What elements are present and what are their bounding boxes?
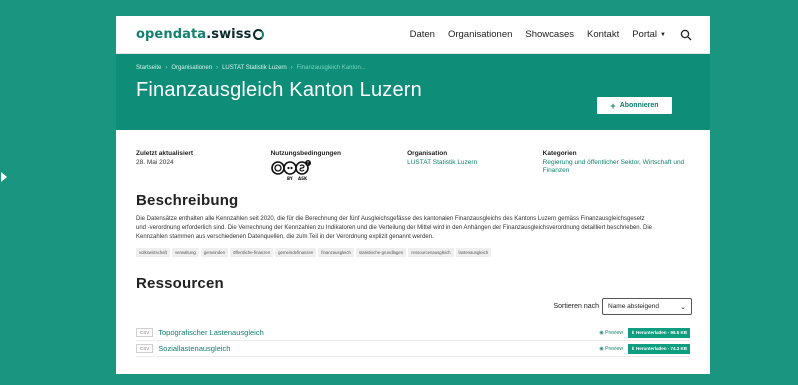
preview-label: Preview [605, 345, 623, 352]
list-item: CSV Topografischer Lastenausgleich ◉ Pre… [136, 325, 690, 341]
description-heading: Beschreibung [136, 192, 239, 209]
list-item: CSV Soziallastenausgleich ◉ Preview ⬇ He… [136, 341, 690, 357]
arrow-right-icon [1, 172, 7, 182]
meta-categories: Kategorien Regierung und öffentlicher Se… [543, 150, 690, 192]
updated-value: 28. Mai 2024 [136, 158, 174, 166]
format-badge: CSV [136, 344, 154, 353]
sort-label: Sortieren nach [553, 303, 599, 310]
resource-link[interactable]: Soziallastenausgleich [158, 344, 599, 353]
updated-label: Zuletzt aktualisiert [136, 150, 194, 157]
preview-label: Preview [605, 329, 623, 336]
nav-portal-label: Portal [632, 29, 658, 40]
download-label: Herunterladen - 96.5 KB [635, 329, 687, 335]
sort-selected-value: Name absteigend [608, 303, 659, 310]
meta-updated: Zuletzt aktualisiert 28. Mai 2024 [136, 150, 271, 192]
breadcrumb-organisationen[interactable]: Organisationen [171, 65, 212, 71]
resource-link[interactable]: Topografischer Lastenausgleich [158, 328, 599, 337]
chevron-down-icon: ⌄ [680, 303, 686, 311]
resource-list: CSV Topografischer Lastenausgleich ◉ Pre… [116, 315, 710, 357]
sort-control: Sortieren nach Name absteigend ⌄ [116, 292, 710, 315]
tag[interactable]: gemeinden [200, 248, 228, 257]
categories-label: Kategorien [542, 150, 577, 157]
nav-organisationen[interactable]: Organisationen [448, 29, 512, 40]
breadcrumb-separator: › [290, 65, 293, 71]
preview-link[interactable]: ◉ Preview [599, 346, 623, 352]
resources-heading: Ressourcen [136, 275, 224, 292]
download-label: Herunterladen - 74.3 KB [635, 345, 687, 351]
format-badge: CSV [136, 328, 154, 337]
ring-icon [253, 29, 265, 40]
description-text: Die Datensätze enthalten alle Kennzahlen… [136, 216, 652, 240]
keyword-tags: volkswirtschaft verwaltung gemeinden öff… [116, 242, 710, 257]
subscribe-button[interactable]: + Abonnieren [597, 97, 672, 114]
dataset-hero: Startseite › Organisationen › LUSTAT Sta… [116, 54, 710, 130]
breadcrumb-current: Finanzausgleich Kanton... [296, 65, 366, 71]
tag[interactable]: volkswirtschaft [136, 248, 170, 257]
tag[interactable]: statistische-grundlagen [355, 248, 407, 257]
nav-showcases[interactable]: Showcases [525, 29, 574, 40]
breadcrumb-organization[interactable]: LUSTAT Statistik Luzern [222, 65, 287, 71]
categories-links[interactable]: Regierung und öffentlicher Sektor, Wirts… [543, 159, 690, 176]
tag[interactable]: öffentliche-finanzen [229, 248, 274, 257]
tag[interactable]: gemeindefinanzen [275, 248, 317, 257]
main-nav: Daten Organisationen Showcases Kontakt P… [410, 29, 692, 41]
download-button[interactable]: ⬇ Herunterladen - 96.5 KB [627, 327, 690, 338]
preview-link[interactable]: ◉ Preview [599, 330, 623, 336]
breadcrumb: Startseite › Organisationen › LUSTAT Sta… [136, 65, 690, 71]
logo-text-secondary: .swiss [206, 27, 252, 42]
licence-ask-label: ASK [298, 176, 308, 181]
licence-icon: ? BY ASK [270, 159, 311, 181]
tag[interactable]: ressourcenausgleich [408, 248, 454, 257]
search-icon[interactable] [680, 29, 692, 41]
site-logo[interactable]: opendata .swiss [136, 27, 265, 42]
svg-text:?: ? [306, 160, 308, 165]
meta-organization: Organisation LUSTAT Statistik Luzern [407, 150, 543, 192]
nav-portal[interactable]: Portal ▼ [632, 29, 666, 40]
dataset-meta: Zuletzt aktualisiert 28. Mai 2024 Nutzun… [116, 130, 710, 192]
chevron-down-icon: ▼ [660, 31, 666, 38]
logo-text-primary: opendata [136, 27, 207, 42]
terms-label: Nutzungsbedingungen [270, 150, 341, 157]
tag[interactable]: finanzausgleich [318, 248, 354, 257]
breadcrumb-separator: › [216, 65, 219, 71]
plus-icon: + [610, 100, 616, 111]
licence-by-label: BY [287, 176, 293, 181]
organization-label: Organisation [407, 150, 448, 157]
browser-page: opendata .swiss Daten Organisationen Sho… [116, 16, 710, 374]
top-navigation: opendata .swiss Daten Organisationen Sho… [116, 16, 710, 54]
meta-terms: Nutzungsbedingungen ? BY ASK [271, 150, 408, 192]
subscribe-label: Abonnieren [619, 102, 659, 109]
nav-daten[interactable]: Daten [410, 29, 435, 40]
download-button[interactable]: ⬇ Herunterladen - 74.3 KB [627, 343, 690, 354]
breadcrumb-separator: › [165, 65, 168, 71]
sort-select[interactable]: Name absteigend ⌄ [602, 298, 692, 315]
tag[interactable]: verwaltung [171, 248, 199, 257]
breadcrumb-home[interactable]: Startseite [136, 65, 161, 71]
licence-badge[interactable]: ? BY ASK [270, 159, 408, 182]
organization-link[interactable]: LUSTAT Statistik Luzern [407, 159, 543, 168]
nav-kontakt[interactable]: Kontakt [587, 29, 619, 40]
tag[interactable]: lastenausgleich [455, 248, 492, 257]
